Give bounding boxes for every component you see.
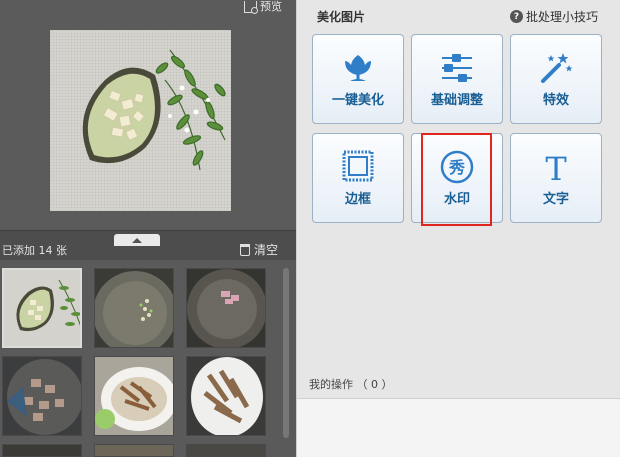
operations-list <box>297 399 620 457</box>
trash-icon <box>239 243 250 256</box>
clear-label: 清空 <box>253 243 278 257</box>
preview-button[interactable]: 预览 <box>244 0 282 14</box>
main-preview-image <box>50 30 231 211</box>
sliders-icon <box>442 54 472 82</box>
chevron-up-icon <box>132 237 142 243</box>
thumbnail[interactable] <box>2 356 82 436</box>
text-button[interactable]: T 文字 <box>510 133 602 223</box>
frame-icon <box>342 150 374 182</box>
batch-tips-link[interactable]: ? 批处理小技巧 <box>509 8 598 25</box>
thumbnail[interactable] <box>94 444 174 457</box>
clear-button[interactable]: 清空 <box>239 241 278 258</box>
tool-label: 文字 <box>542 192 569 207</box>
watermark-button[interactable]: 秀 水印 <box>411 133 503 223</box>
thumbnail[interactable] <box>186 268 266 348</box>
thumbnail[interactable] <box>2 268 82 348</box>
watermark-glyph: 秀 <box>448 158 465 177</box>
basic-adjust-button[interactable]: 基础调整 <box>411 34 503 124</box>
thumbnail[interactable] <box>94 268 174 348</box>
text-glyph: T <box>545 150 567 184</box>
preview-label: 预览 <box>260 0 282 13</box>
question-icon: ? <box>509 10 523 23</box>
collapse-toggle[interactable] <box>114 234 160 246</box>
text-icon: T <box>545 150 567 184</box>
thumbnail[interactable] <box>186 444 266 457</box>
tool-label: 基础调整 <box>430 93 483 108</box>
watermark-icon: 秀 <box>440 150 474 184</box>
tips-label: 批处理小技巧 <box>525 10 598 24</box>
thumbnail-scrollbar[interactable] <box>283 268 289 438</box>
section-title: 美化图片 <box>317 10 366 24</box>
effects-button[interactable]: 特效 <box>510 34 602 124</box>
one-click-beautify-button[interactable]: 一键美化 <box>312 34 404 124</box>
tool-label: 边框 <box>344 192 371 207</box>
frame-button[interactable]: 边框 <box>312 133 404 223</box>
thumbnail[interactable] <box>94 356 174 436</box>
magic-wand-icon <box>541 53 573 83</box>
tool-label: 一键美化 <box>331 93 384 108</box>
added-count: 已添加 14 张 <box>2 244 67 257</box>
preview-icon <box>244 1 258 14</box>
tool-label: 水印 <box>443 192 470 207</box>
thumbnail[interactable] <box>2 444 82 457</box>
my-operations-label: 我的操作 （ 0 ） <box>309 378 393 391</box>
tool-label: 特效 <box>542 93 569 108</box>
tulip-icon <box>345 55 371 81</box>
preview-area: 预览 <box>0 0 296 230</box>
photo-panel: 预览 已添加 14 张 清空 <box>0 0 296 457</box>
thumbnail[interactable] <box>186 356 266 436</box>
